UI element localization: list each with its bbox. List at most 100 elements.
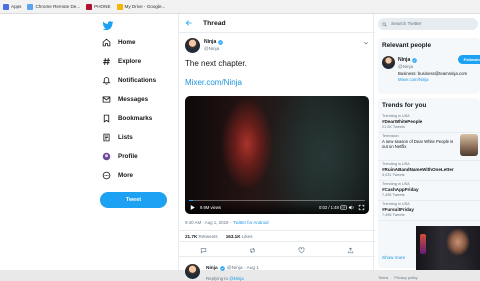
sidebar-item-label: More (118, 172, 134, 179)
list-icon (103, 133, 110, 142)
gif-icon[interactable]: GIF (340, 204, 347, 211)
chrome-remote-icon (27, 3, 34, 10)
chevron-down-icon[interactable] (363, 40, 369, 46)
bookmarks-bar: Apps Chrome Remote De... PHONE My Drive … (0, 0, 480, 14)
sidebar-item-label: Explore (118, 58, 142, 65)
tweet-source: Twitter for Android (233, 220, 269, 225)
more-icon (102, 171, 111, 180)
reply-avatar[interactable] (185, 264, 200, 279)
volume-icon[interactable] (348, 204, 355, 211)
divider (378, 180, 480, 181)
footer-privacy[interactable]: Privacy policy (394, 276, 417, 280)
bookmark-chrome-remote[interactable]: Chrome Remote De... (27, 3, 80, 10)
video-progress-bar[interactable] (189, 199, 365, 201)
search-input[interactable]: Search Twitter (391, 22, 422, 27)
tweet-text: The next chapter. (185, 59, 247, 68)
bell-icon (102, 77, 111, 85)
sidebar-item-messages[interactable]: Messages (102, 95, 148, 104)
sidebar-item-label: Bookmarks (118, 115, 153, 122)
search-icon (382, 21, 387, 27)
phone-icon (86, 3, 93, 10)
bookmark-phone[interactable]: PHONE (86, 3, 111, 10)
verified-badge-icon (219, 266, 225, 271)
relevant-people-title: Relevant people (382, 42, 432, 49)
verified-badge-icon (412, 57, 418, 63)
relevant-people-panel: Relevant people Ninja @Ninja Following B… (378, 38, 480, 94)
divider (378, 160, 480, 161)
search-box[interactable]: Search Twitter (378, 18, 478, 30)
like-icon[interactable] (298, 247, 305, 254)
tweet-meta: 9:40 AM · Aug 1, 2019 · Twitter for Andr… (185, 220, 269, 225)
footer-terms[interactable]: Terms (378, 276, 388, 280)
webcam-overlay (416, 226, 480, 270)
author-avatar[interactable] (185, 38, 200, 53)
trend-item[interactable]: Trending in USA #RuinABandNameWithOneLet… (382, 162, 476, 178)
video-progress-fill (189, 199, 193, 201)
tweet-stats: 21.7K Retweets 163.1K Likes (179, 230, 375, 242)
divider (378, 200, 480, 201)
trend-item[interactable]: Trending in USA #DearWhitePeople 21.2K T… (382, 114, 476, 130)
sidebar-item-profile[interactable]: Profile (102, 152, 138, 161)
author-handle: @Ninja (204, 46, 220, 51)
sidebar-item-lists[interactable]: Lists (102, 133, 133, 142)
tweet-actions (179, 245, 375, 257)
tweet-link[interactable]: Mixer.com/Ninja (185, 78, 242, 87)
video-views: 9.9M views (200, 205, 221, 210)
thread-header: Thread (179, 14, 375, 33)
envelope-icon (102, 96, 111, 103)
sidebar-nav: Home Explore Notifications Messages Book… (98, 14, 178, 270)
tweet-button[interactable]: Tweet (100, 192, 167, 208)
reply-author[interactable]: Ninja @Ninja · Aug 1 (206, 266, 259, 271)
verified-badge-icon (218, 39, 224, 45)
share-icon[interactable] (347, 247, 354, 254)
svg-text:GIF: GIF (342, 208, 346, 210)
relevant-avatar[interactable] (382, 56, 395, 69)
relevant-name[interactable]: Ninja (398, 57, 418, 63)
back-arrow-icon[interactable] (185, 19, 193, 27)
sidebar-item-label: Messages (118, 96, 149, 103)
hashtag-icon (103, 58, 110, 65)
bookmark-icon (103, 114, 110, 123)
divider (378, 220, 480, 221)
video-player[interactable]: 9.9M views 0:02 / 1:48 GIF (185, 96, 369, 214)
divider (378, 132, 480, 133)
reply-icon[interactable] (200, 247, 207, 254)
show-more-link[interactable]: Show more (382, 255, 405, 260)
replying-to: Replying to @Ninja (206, 276, 244, 281)
trend-item[interactable]: Trending in USA #CashAppFriday 7,496 Twe… (382, 182, 476, 198)
sidebar-item-label: Lists (118, 134, 133, 141)
page-title: Thread (203, 19, 226, 27)
sidebar-item-label: Notifications (118, 77, 157, 84)
author-name[interactable]: Ninja (204, 39, 224, 45)
twitter-logo-icon[interactable] (102, 20, 114, 32)
like-count[interactable]: 163.1K Likes (226, 234, 253, 239)
trends-title: Trends for you (382, 102, 427, 109)
footer-links: Terms Privacy policy (378, 276, 418, 280)
thread-column: Thread Ninja @Ninja The next chapter. Mi… (178, 14, 375, 281)
apps-icon (3, 3, 9, 10)
tweet-timestamp[interactable]: 9:40 AM · Aug 1, 2019 · (185, 220, 231, 225)
bookmark-my-drive[interactable]: My Drive - Google... (116, 3, 165, 10)
sidebar-item-bookmarks[interactable]: Bookmarks (102, 114, 152, 123)
browser-viewport: Apps Chrome Remote De... PHONE My Drive … (0, 0, 480, 281)
video-timer: 0:02 / 1:48 (319, 205, 339, 210)
retweet-icon[interactable] (249, 247, 256, 254)
play-icon[interactable] (189, 204, 196, 211)
following-button[interactable]: Following (458, 55, 480, 64)
sidebar-item-notifications[interactable]: Notifications (102, 76, 156, 85)
sidebar-item-explore[interactable]: Explore (102, 57, 141, 66)
sidebar-item-label: Profile (118, 153, 138, 160)
trend-item[interactable]: Trending in USA #FursuitFriday 7,496 Twe… (382, 202, 476, 218)
fullscreen-icon[interactable] (358, 204, 365, 211)
led-light (420, 234, 426, 254)
relevant-bio: Business: business@teamninja.com Mixer.c… (398, 71, 468, 82)
retweet-count[interactable]: 21.7K Retweets (185, 234, 218, 239)
avatar-icon (102, 152, 111, 161)
bookmark-apps[interactable]: Apps (3, 3, 21, 10)
sidebar-item-more[interactable]: More (102, 171, 133, 180)
drive-icon (116, 3, 123, 10)
sidebar-item-home[interactable]: Home (102, 38, 136, 47)
home-icon (102, 38, 111, 47)
relevant-handle: @Ninja (398, 64, 414, 69)
trend-thumbnail[interactable] (460, 134, 478, 156)
